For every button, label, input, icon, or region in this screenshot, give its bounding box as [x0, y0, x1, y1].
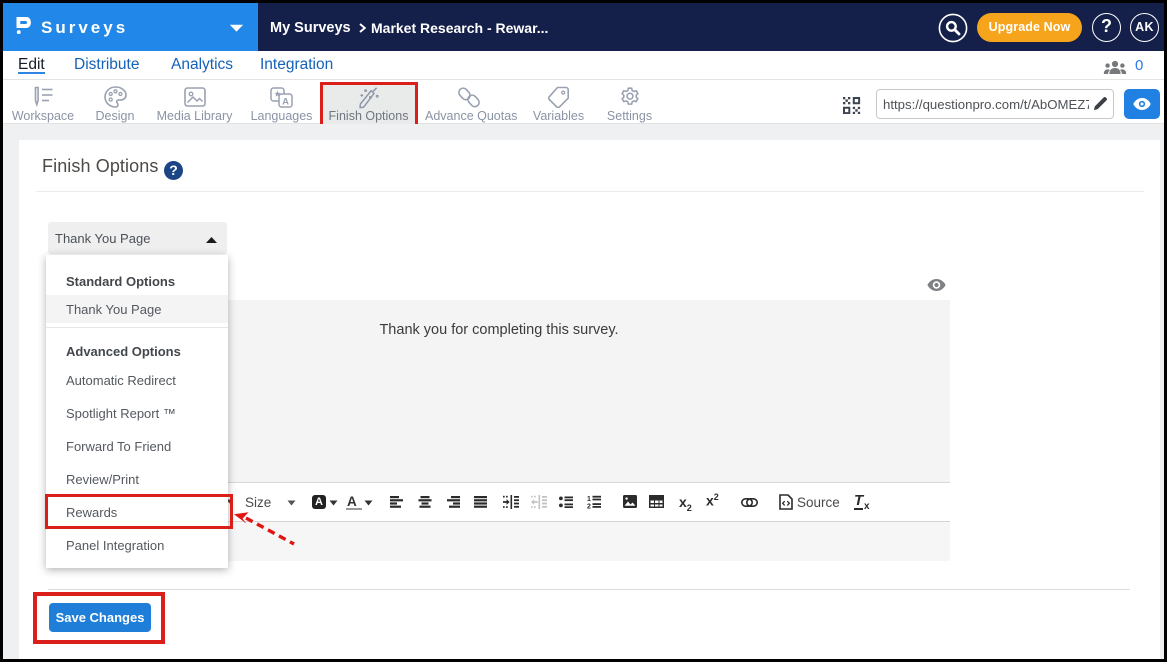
svg-text:2: 2 — [587, 504, 591, 510]
svg-text:A: A — [282, 97, 289, 108]
svg-text:1: 1 — [587, 496, 591, 503]
